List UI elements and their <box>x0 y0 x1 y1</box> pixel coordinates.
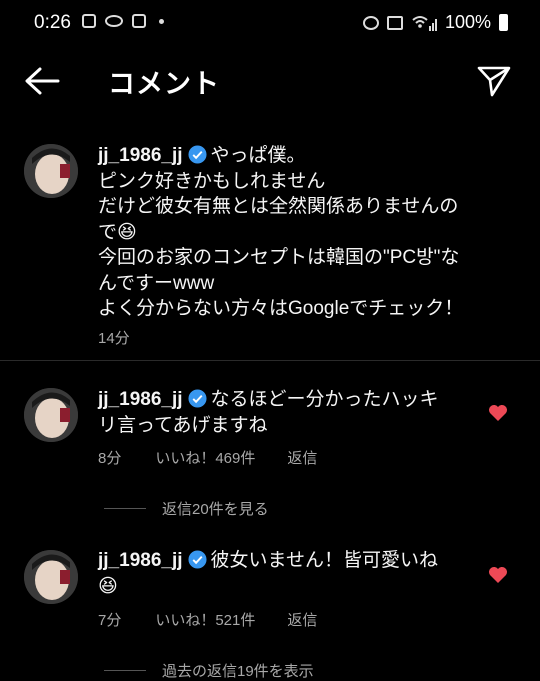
caption-line: やっぱ僕。 <box>210 145 306 166</box>
reply-line: 😆 <box>98 575 118 597</box>
reply-text: jj_1986_jj 彼女いません！皆可愛いね 😆 <box>98 548 478 599</box>
view-replies-label: 返信20件を見る <box>162 501 269 518</box>
back-arrow-icon[interactable] <box>22 64 62 98</box>
instagram-icon <box>82 14 96 28</box>
reply-meta: 7分 いいね！521件 返信 <box>98 609 317 630</box>
mute-icon <box>386 15 403 30</box>
reply-button[interactable]: 返信 <box>287 447 317 468</box>
view-replies-button[interactable]: 過去の返信19件を表示 <box>104 660 314 681</box>
wifi-signal-icon <box>412 15 437 31</box>
reply-text: jj_1986_jj なるほどー分かったハッキ リ言ってあげますね <box>98 387 478 438</box>
avatar[interactable] <box>24 144 78 198</box>
caption-line: よく分からない方々はGoogleでチェック！ <box>98 298 464 319</box>
reply-line: リ言ってあげますね <box>98 414 268 436</box>
view-replies-label: 過去の返信19件を表示 <box>162 663 314 680</box>
username[interactable]: jj_1986_jj <box>98 145 183 166</box>
caption-line: だけど彼女有無とは全然関係ありませんの <box>98 196 459 217</box>
battery-percent: 100% <box>444 12 491 32</box>
verified-badge-icon <box>188 389 207 408</box>
reply-time: 8分 <box>98 450 122 467</box>
status-time: 0:26 <box>34 12 71 33</box>
avatar[interactable] <box>24 550 78 604</box>
divider-line <box>104 670 146 671</box>
page-title: コメント <box>108 69 220 99</box>
gallery-icon <box>132 14 146 28</box>
caption-line: ピンク好きかもしれません <box>98 170 326 192</box>
dot-icon <box>159 18 164 24</box>
alarm-icon <box>362 15 379 30</box>
caption-line: で😆 <box>98 221 137 243</box>
reply-line: 彼女いません！皆可愛いね <box>210 550 438 571</box>
avatar[interactable] <box>24 388 78 442</box>
top-bar: コメント <box>0 50 540 110</box>
caption-time: 14分 <box>98 330 130 347</box>
status-bar: 0:26 100% <box>0 0 540 50</box>
likes-count[interactable]: いいね！469件 <box>155 447 255 468</box>
caption-line: んですーwww <box>98 272 215 294</box>
reply-time: 7分 <box>98 612 122 629</box>
reply-button[interactable]: 返信 <box>287 609 317 630</box>
paper-plane-icon[interactable] <box>476 64 512 98</box>
username[interactable]: jj_1986_jj <box>98 550 183 571</box>
username[interactable]: jj_1986_jj <box>98 389 183 410</box>
system-icons: 100% <box>362 12 508 33</box>
eye-icon <box>105 15 123 27</box>
verified-badge-icon <box>188 145 207 164</box>
caption-text: jj_1986_jj やっぱ僕。 ピンク好きかもしれません だけど彼女有無とは全然… <box>98 143 518 322</box>
heart-icon[interactable] <box>488 404 508 422</box>
reply-meta: 8分 いいね！469件 返信 <box>98 447 317 468</box>
caption-line: 今回のお家のコンセプトは韓国の"PC방"な <box>98 247 460 268</box>
view-replies-button[interactable]: 返信20件を見る <box>104 498 269 519</box>
divider-line <box>104 508 146 509</box>
battery-icon <box>499 14 508 31</box>
notification-icons <box>82 14 164 28</box>
likes-count[interactable]: いいね！521件 <box>155 609 255 630</box>
reply-line: なるほどー分かったハッキ <box>210 389 439 410</box>
heart-icon[interactable] <box>488 566 508 584</box>
verified-badge-icon <box>188 550 207 569</box>
divider <box>0 360 540 361</box>
